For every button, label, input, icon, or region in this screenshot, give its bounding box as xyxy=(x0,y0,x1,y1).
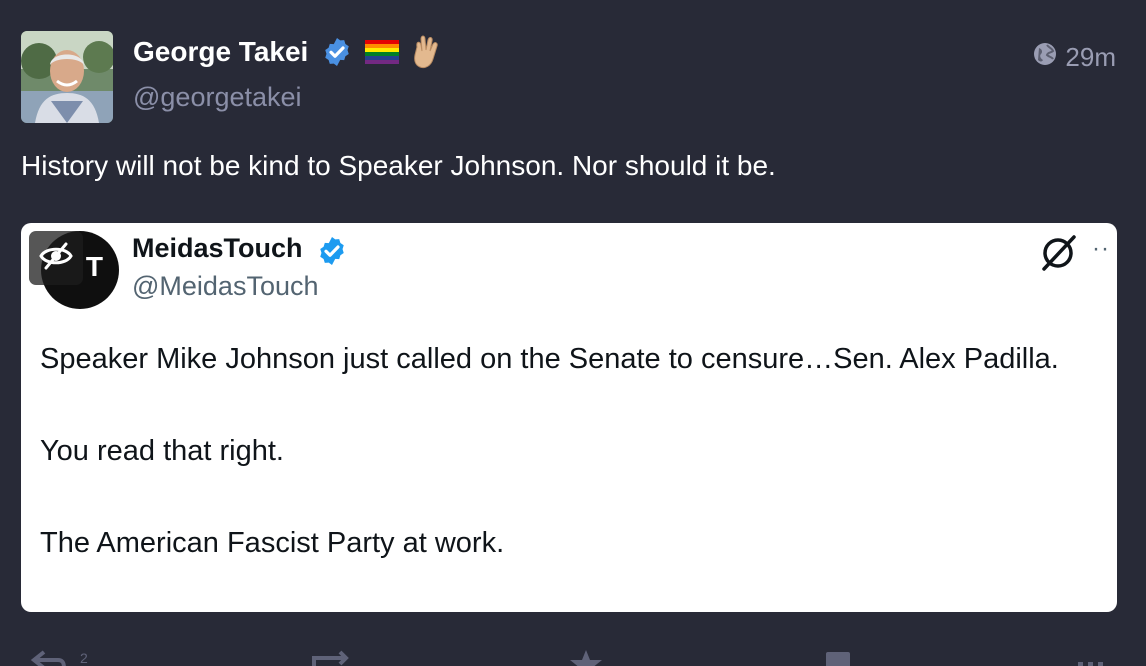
embed-avatar-letter: T xyxy=(85,251,103,282)
boost-button[interactable] xyxy=(310,648,350,666)
embed-paragraph: The American Fascist Party at work. xyxy=(40,527,505,559)
action-bar: 2 xyxy=(0,640,1146,666)
author-display-name[interactable]: George Takei xyxy=(133,36,308,68)
embed-paragraph: Speaker Mike Johnson just called on the … xyxy=(40,343,1059,375)
more-options-button[interactable] xyxy=(1076,648,1106,666)
reply-button[interactable]: 2 xyxy=(30,648,88,666)
favourite-button[interactable] xyxy=(568,648,604,666)
verified-badge-icon xyxy=(321,36,353,73)
author-avatar[interactable] xyxy=(21,31,113,123)
status-post: George Takei @georgetakei 29m History wi… xyxy=(0,0,1146,666)
eye-slash-icon xyxy=(38,242,74,275)
grok-logo-icon xyxy=(1038,233,1078,278)
globe-icon xyxy=(1033,42,1057,73)
author-badges xyxy=(321,35,441,74)
embed-paragraph: You read that right. xyxy=(40,435,284,467)
author-handle[interactable]: @georgetakei xyxy=(133,82,302,113)
hide-media-button[interactable] xyxy=(29,231,83,285)
embed-handle: @MeidasTouch xyxy=(132,271,319,301)
vulcan-salute-icon xyxy=(411,35,441,74)
post-timestamp[interactable]: 29m xyxy=(1033,42,1116,73)
media-attachment[interactable]: T MeidasTouch @MeidasTouch ·· Speaker Mi… xyxy=(21,223,1117,612)
bookmark-button[interactable] xyxy=(824,648,852,666)
post-body-text: History will not be kind to Speaker John… xyxy=(21,150,776,181)
reply-count: 2 xyxy=(80,650,88,666)
embed-verified-icon xyxy=(316,235,348,272)
rainbow-flag-icon xyxy=(365,39,399,69)
embed-body: Speaker Mike Johnson just called on the … xyxy=(40,336,1100,566)
embed-more-icon: ·· xyxy=(1092,235,1110,262)
embed-display-name: MeidasTouch xyxy=(132,233,303,263)
timestamp-text: 29m xyxy=(1065,42,1116,72)
